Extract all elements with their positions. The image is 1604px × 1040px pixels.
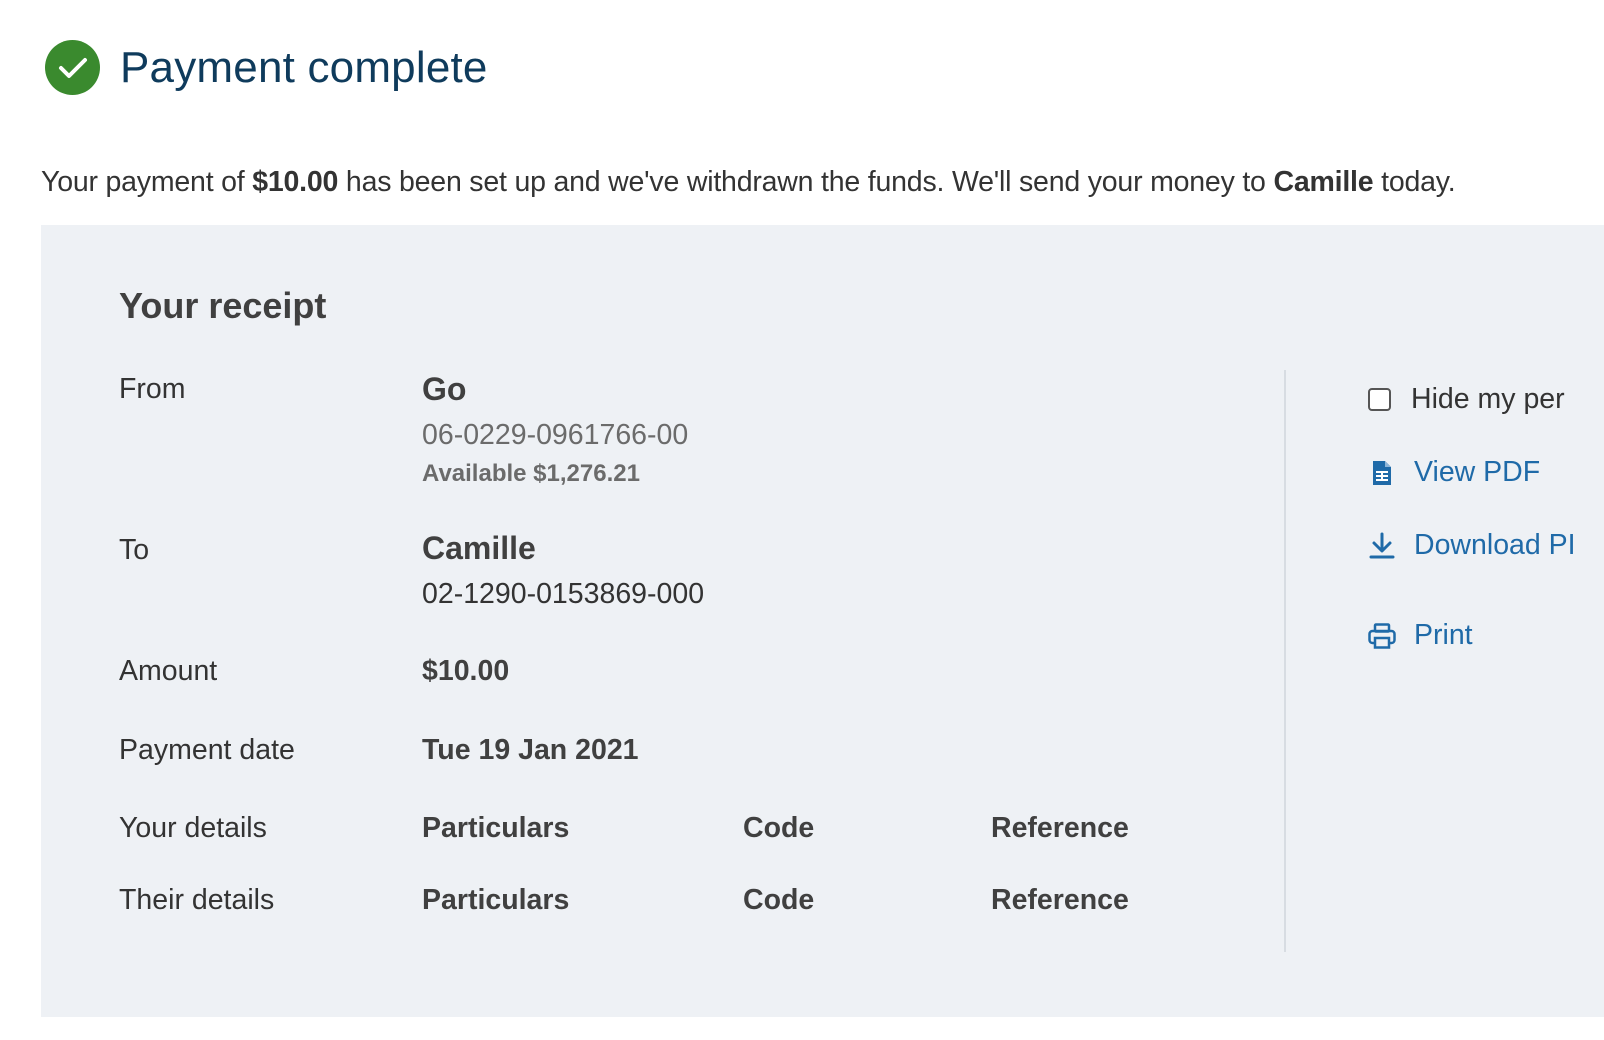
receipt-title: Your receipt <box>119 285 327 326</box>
your-details-label: Your details <box>119 812 267 844</box>
from-account-number: 06-0229-0961766-00 <box>422 419 689 451</box>
from-available-balance: Available $1,276.21 <box>422 460 640 487</box>
from-account-name: Go <box>422 371 467 407</box>
check-circle-icon <box>45 40 100 95</box>
to-account-number: 02-1290-0153869-000 <box>422 578 705 610</box>
view-pdf-link[interactable]: View PDF <box>1368 456 1540 489</box>
summary-recipient: Camille <box>1273 166 1374 198</box>
summary-prefix: Your payment of <box>41 166 253 198</box>
hide-details-label[interactable]: Hide my per <box>1411 383 1565 416</box>
payment-complete-page: Payment complete Your payment of $10.00 … <box>0 0 1604 1040</box>
download-icon <box>1368 531 1396 561</box>
your-details-reference: Reference <box>991 812 1129 844</box>
payment-date-value: Tue 19 Jan 2021 <box>422 734 639 766</box>
print-label[interactable]: Print <box>1414 619 1473 652</box>
document-icon <box>1368 458 1396 488</box>
to-payee-name: Camille <box>422 530 536 566</box>
their-details-label: Their details <box>119 884 275 916</box>
download-pdf-link[interactable]: Download PI <box>1368 529 1576 562</box>
payment-summary-text: Your payment of $10.00 has been set up a… <box>41 166 1456 199</box>
their-details-reference: Reference <box>991 884 1129 916</box>
your-details-particulars: Particulars <box>422 812 570 844</box>
printer-icon <box>1368 621 1396 651</box>
hide-details-checkbox[interactable] <box>1368 388 1391 411</box>
your-details-code: Code <box>743 812 815 844</box>
download-pdf-label[interactable]: Download PI <box>1414 529 1576 562</box>
page-header: Payment complete <box>45 40 488 95</box>
to-label: To <box>119 534 150 566</box>
from-label: From <box>119 373 186 405</box>
receipt-panel: Your receipt From Go 06-0229-0961766-00 … <box>41 225 1604 1017</box>
hide-personal-details-toggle[interactable]: Hide my per <box>1368 383 1565 416</box>
payment-date-label: Payment date <box>119 734 295 766</box>
their-details-code: Code <box>743 884 815 916</box>
amount-label: Amount <box>119 655 218 687</box>
amount-value: $10.00 <box>422 655 510 687</box>
summary-amount: $10.00 <box>252 166 339 198</box>
print-link[interactable]: Print <box>1368 619 1473 652</box>
summary-suffix: today. <box>1373 166 1456 198</box>
page-title: Payment complete <box>120 42 488 92</box>
summary-middle: has been set up and we've withdrawn the … <box>338 166 1274 198</box>
receipt-divider <box>1284 370 1286 952</box>
view-pdf-label[interactable]: View PDF <box>1414 456 1540 489</box>
their-details-particulars: Particulars <box>422 884 570 916</box>
